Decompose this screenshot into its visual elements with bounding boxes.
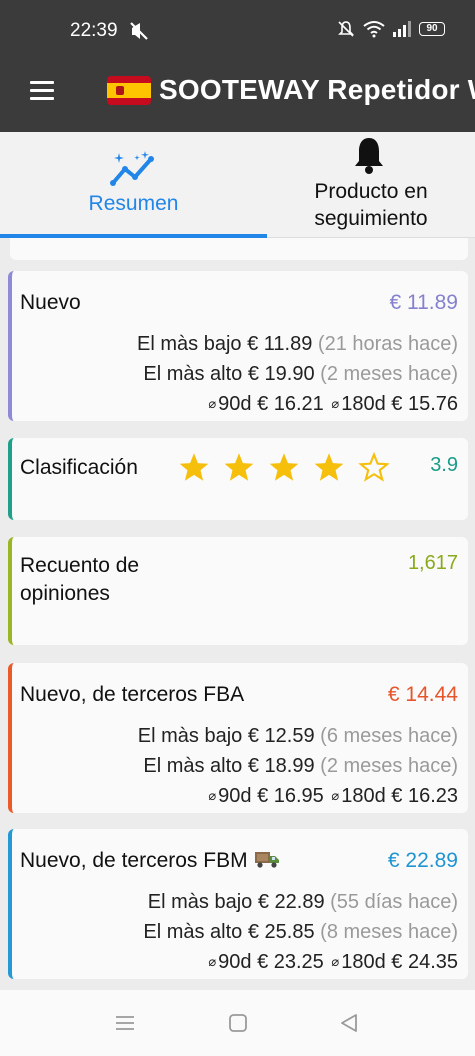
signal-icon xyxy=(393,21,411,37)
card-fba-title: Nuevo, de terceros FBA xyxy=(20,683,245,706)
card-fbm-title-row: Nuevo, de terceros FBM xyxy=(20,849,280,873)
trend-chart-icon xyxy=(110,151,154,186)
avg180-label: 180d xyxy=(341,785,386,807)
dnd-bell-icon xyxy=(338,21,354,37)
highest-ago: (2 meses hace) xyxy=(320,755,458,777)
average-row: ⌀ 90d € 16.21 ⌀ 180d € 15.76 xyxy=(206,393,458,416)
highest-label: El màs alto xyxy=(143,921,243,943)
back-icon[interactable] xyxy=(337,1012,361,1034)
avg180-label: 180d xyxy=(341,951,386,973)
tab-resumen-label: Resumen xyxy=(88,192,179,215)
card-reviews: Recuento de opiniones 1,617 xyxy=(8,537,468,645)
lowest-row: El màs bajo € 12.59 (6 meses hace) xyxy=(138,725,458,748)
highest-row: El màs alto € 18.99 (2 meses hace) xyxy=(143,755,458,778)
previous-card-stub xyxy=(10,238,468,260)
highest-value: € 25.85 xyxy=(247,921,315,943)
highest-row: El màs alto € 25.85 (8 meses hace) xyxy=(143,921,458,944)
bell-icon xyxy=(355,138,383,174)
average-row: ⌀ 90d € 16.95 ⌀ 180d € 16.23 xyxy=(206,785,458,808)
average-icon: ⌀ xyxy=(208,396,217,411)
avg180-label: 180d xyxy=(341,393,386,415)
summary-content[interactable]: Nuevo € 11.89 El màs bajo € 11.89 (21 ho… xyxy=(0,238,475,990)
card-nuevo-price: € 11.89 xyxy=(389,291,458,314)
card-fba-price: € 14.44 xyxy=(387,683,458,706)
average-icon: ⌀ xyxy=(331,396,340,411)
lowest-value: € 11.89 xyxy=(247,333,313,355)
highest-label: El màs alto xyxy=(143,755,243,777)
average-row: ⌀ 90d € 23.25 ⌀ 180d € 24.35 xyxy=(206,951,458,974)
tab-resumen[interactable]: Resumen xyxy=(0,132,267,238)
average-icon: ⌀ xyxy=(331,954,340,969)
app-bar: SOOTEWAY Repetidor W xyxy=(0,62,475,132)
menu-icon[interactable] xyxy=(30,81,54,101)
rating-stars xyxy=(178,452,390,482)
status-icons: 90 xyxy=(337,20,445,38)
card-fba: Nuevo, de terceros FBA € 14.44 El màs ba… xyxy=(8,663,468,813)
lowest-label: El màs bajo xyxy=(137,725,243,747)
card-reviews-title: Recuento de opiniones xyxy=(20,554,140,605)
card-fbm: Nuevo, de terceros FBM € 22.89 El màs ba… xyxy=(8,829,468,979)
star-filled-icon xyxy=(269,453,299,481)
card-fbm-title: Nuevo, de terceros FBM xyxy=(20,849,248,872)
average-icon: ⌀ xyxy=(331,788,340,803)
highest-ago: (8 meses hace) xyxy=(320,921,458,943)
status-time: 22:39 xyxy=(70,20,118,41)
star-outline-icon xyxy=(358,452,390,482)
star-filled-icon xyxy=(314,453,344,481)
average-icon: ⌀ xyxy=(208,788,217,803)
delivery-truck-icon xyxy=(254,852,279,868)
lowest-label: El màs bajo xyxy=(137,333,242,355)
lowest-ago: (21 horas hace) xyxy=(317,333,458,355)
card-rating: Clasificación 3.9 xyxy=(8,438,468,520)
card-rating-title: Clasificación xyxy=(20,456,138,479)
lowest-row: El màs bajo € 11.89 (21 horas hace) xyxy=(137,333,458,356)
avg90-label: 90d xyxy=(218,785,252,807)
battery-icon: 90 xyxy=(419,22,445,36)
avg90-value: € 23.25 xyxy=(257,951,324,973)
card-fbm-price: € 22.89 xyxy=(387,849,458,872)
highest-ago: (2 meses hace) xyxy=(320,363,458,385)
app-title: SOOTEWAY Repetidor W xyxy=(159,74,475,105)
average-icon: ⌀ xyxy=(208,954,217,969)
lowest-ago: (6 meses hace) xyxy=(320,725,458,747)
tab-producto-label: Producto en seguimiento xyxy=(314,180,428,230)
card-nuevo-title: Nuevo xyxy=(20,291,81,314)
star-filled-icon xyxy=(224,453,254,481)
wifi-icon xyxy=(363,21,385,38)
rating-value: 3.9 xyxy=(430,454,458,476)
avg90-label: 90d xyxy=(218,393,252,415)
highest-value: € 18.99 xyxy=(247,755,315,777)
lowest-label: El màs bajo xyxy=(147,891,253,913)
lowest-value: € 22.89 xyxy=(257,891,325,913)
highest-value: € 19.90 xyxy=(247,363,315,385)
star-filled-icon xyxy=(179,453,209,481)
highest-label: El màs alto xyxy=(143,363,243,385)
home-icon[interactable] xyxy=(226,1012,250,1034)
avg90-value: € 16.21 xyxy=(257,393,324,415)
lowest-value: € 12.59 xyxy=(247,725,315,747)
avg180-value: € 24.35 xyxy=(391,951,458,973)
avg180-value: € 16.23 xyxy=(391,785,458,807)
avg180-value: € 15.76 xyxy=(391,393,458,415)
lowest-ago: (55 días hace) xyxy=(330,891,458,913)
recent-apps-icon[interactable] xyxy=(113,1012,137,1034)
lowest-row: El màs bajo € 22.89 (55 días hace) xyxy=(148,891,458,914)
avg90-label: 90d xyxy=(218,951,252,973)
top-bar: 22:39 90 SOOTEWAY Repetidor W xyxy=(0,0,475,132)
spain-flag-icon xyxy=(107,76,151,105)
card-nuevo: Nuevo € 11.89 El màs bajo € 11.89 (21 ho… xyxy=(8,271,468,421)
mute-icon xyxy=(130,22,148,40)
tab-producto-seguimiento[interactable]: Producto en seguimiento xyxy=(267,132,475,238)
tab-bar: Resumen Producto en seguimiento xyxy=(0,132,475,238)
status-bar: 22:39 90 xyxy=(0,0,475,62)
reviews-count: 1,617 xyxy=(407,552,458,574)
avg90-value: € 16.95 xyxy=(257,785,324,807)
highest-row: El màs alto € 19.90 (2 meses hace) xyxy=(143,363,458,386)
system-nav-bar xyxy=(0,990,475,1056)
